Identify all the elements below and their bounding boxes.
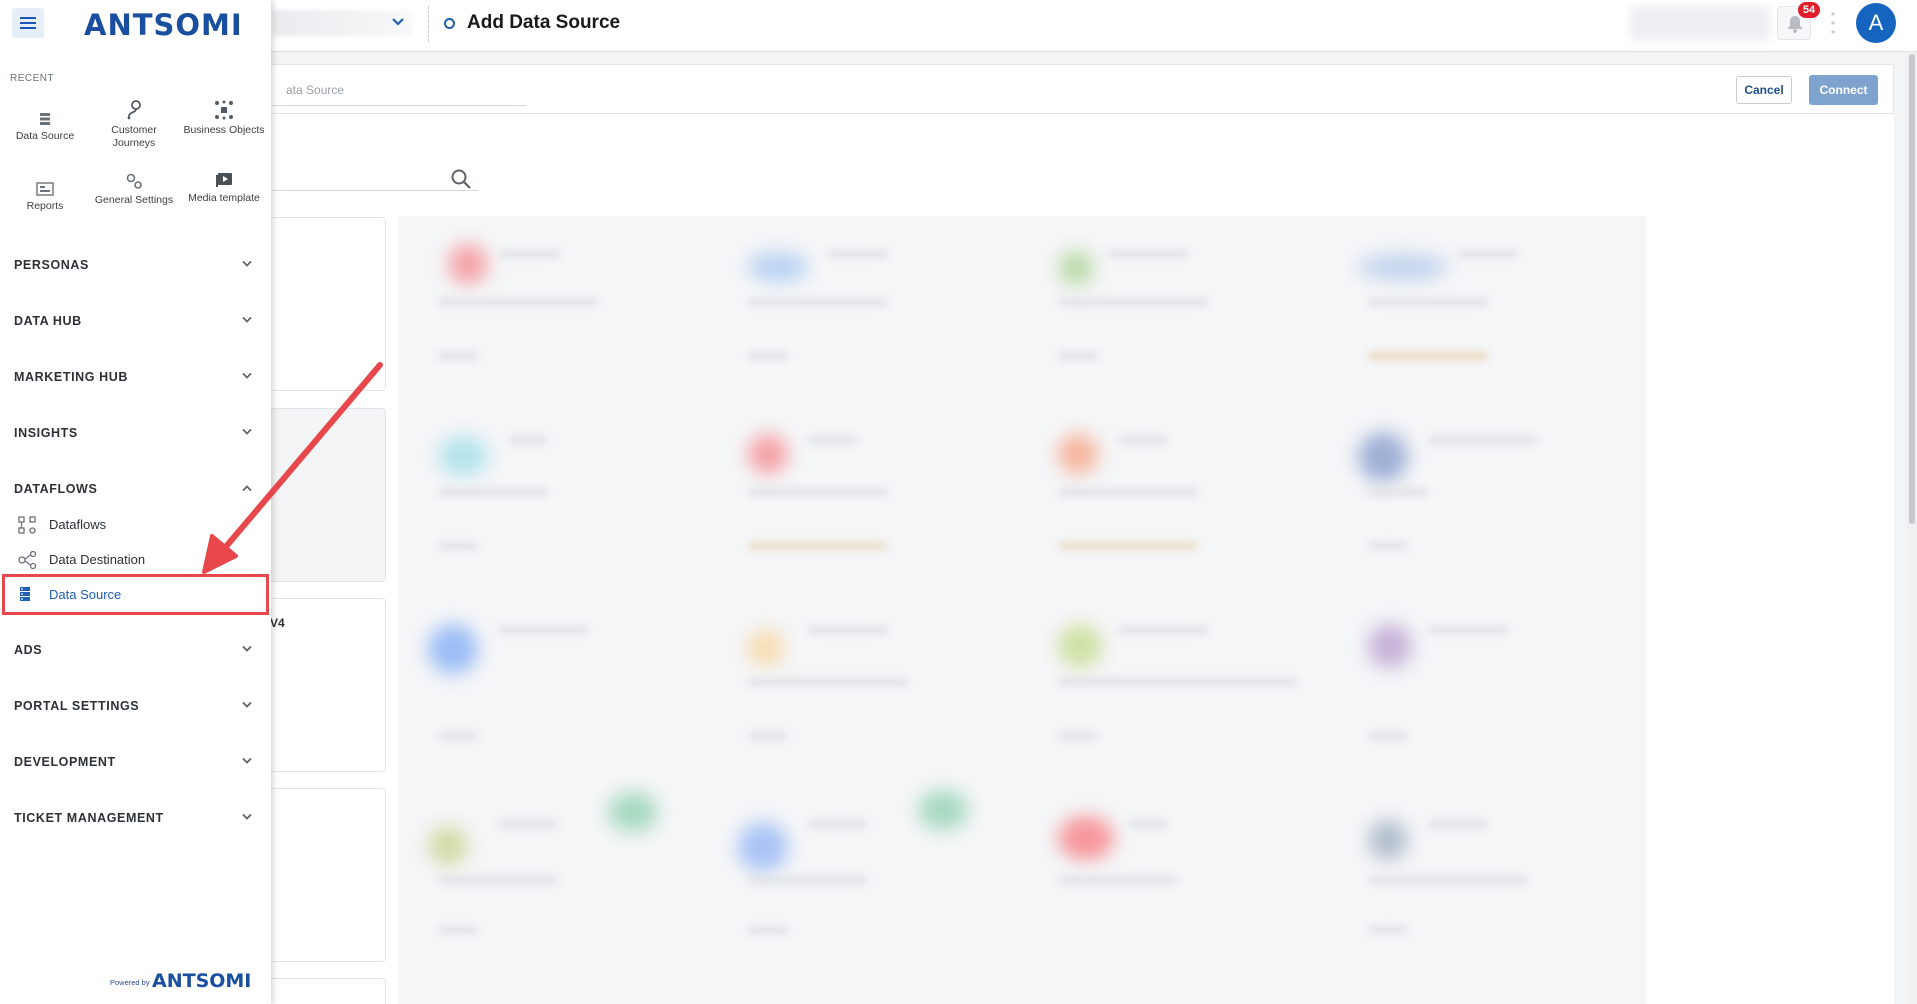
connector-card[interactable]	[1348, 606, 1638, 776]
connector-card[interactable]	[1348, 796, 1638, 966]
sidebar-item-dataflows[interactable]: Dataflows	[0, 509, 271, 539]
powered-by-label: Powered by	[110, 978, 150, 987]
section-label: DATAFLOWS	[14, 482, 98, 496]
chevron-down-icon	[242, 316, 252, 323]
scrollbar-thumb[interactable]	[1909, 54, 1915, 524]
chevron-down-icon	[242, 813, 252, 820]
business-objects-icon	[215, 100, 233, 120]
nav-section-insights[interactable]: INSIGHTS	[0, 416, 271, 450]
more-vertical-icon[interactable]	[1830, 8, 1836, 38]
nav-section-ticket-management[interactable]: TICKET MANAGEMENT	[0, 801, 271, 835]
page-title: Add Data Source	[467, 12, 621, 33]
recent-item-label: General Settings	[94, 194, 174, 206]
dataflows-icon	[18, 516, 36, 534]
recent-item-business-objects[interactable]: Business Objects	[179, 100, 269, 137]
connector-card[interactable]	[728, 790, 1018, 966]
recent-item-media-template[interactable]: Media template	[179, 172, 269, 205]
recent-item-general-settings[interactable]: General Settings	[89, 172, 179, 207]
connector-grid-blurred	[398, 216, 1646, 1004]
chevron-down-icon	[242, 428, 252, 435]
sidebar-item-data-destination[interactable]: Data Destination	[0, 544, 271, 574]
status-dot-icon	[444, 17, 455, 29]
cancel-button[interactable]: Cancel	[1736, 76, 1792, 104]
section-label: DEVELOPMENT	[14, 755, 116, 769]
recent-item-label: Reports	[26, 200, 64, 212]
recent-item-label: Media template	[188, 192, 260, 204]
section-label: ADS	[14, 643, 43, 657]
reports-icon	[36, 182, 54, 196]
data-source-name-field[interactable]: ata Source	[272, 80, 526, 106]
media-template-icon	[216, 173, 232, 187]
connector-card[interactable]	[418, 226, 708, 396]
card-label: V4	[270, 616, 285, 630]
top-header: Add Data Source 54 A	[0, 0, 1917, 52]
connector-card[interactable]	[728, 416, 1018, 586]
gears-icon	[126, 173, 142, 189]
antsomi-logo[interactable]: ANTSOMI	[84, 8, 243, 42]
chevron-down-icon	[242, 645, 252, 652]
connector-card[interactable]	[418, 792, 708, 966]
annotation-highlight-box	[2, 574, 269, 615]
data-destination-icon	[18, 551, 37, 569]
section-label: TICKET MANAGEMENT	[14, 811, 164, 825]
section-label: INSIGHTS	[14, 426, 78, 440]
nav-section-dataflows[interactable]: DATAFLOWS	[0, 472, 271, 506]
connector-card[interactable]	[728, 606, 1018, 776]
chevron-down-icon	[242, 701, 252, 708]
recent-item-label: Business Objects	[183, 124, 265, 136]
page-title-group: Add Data Source	[444, 12, 620, 34]
nav-section-portal-settings[interactable]: PORTAL SETTINGS	[0, 689, 271, 723]
divider	[428, 6, 429, 42]
nav-section-data-hub[interactable]: DATA HUB	[0, 304, 271, 338]
connector-card[interactable]	[1348, 226, 1638, 396]
nav-section-personas[interactable]: PERSONAS	[0, 248, 271, 282]
section-label: PORTAL SETTINGS	[14, 699, 140, 713]
chevron-down-icon[interactable]	[390, 12, 406, 32]
recent-item-label: Customer Journeys	[111, 124, 157, 149]
navigation-sidebar: ANTSOMI RECENT Data Source Customer Jour…	[0, 0, 271, 1004]
search-input[interactable]	[272, 190, 478, 191]
connector-card[interactable]	[1038, 226, 1328, 396]
connect-button[interactable]: Connect	[1809, 75, 1878, 105]
nav-section-marketing-hub[interactable]: MARKETING HUB	[0, 360, 271, 394]
data-source-icon	[40, 113, 50, 125]
hamburger-menu-icon[interactable]	[12, 8, 44, 38]
sidebar-item-label: Data Destination	[49, 552, 146, 567]
section-label: PERSONAS	[14, 258, 89, 272]
recent-item-reports[interactable]: Reports	[0, 182, 90, 213]
chevron-down-icon	[242, 757, 252, 764]
connector-card[interactable]	[418, 416, 708, 586]
recent-item-data-source[interactable]: Data Source	[0, 112, 90, 143]
user-avatar[interactable]: A	[1856, 3, 1896, 43]
recent-item-customer-journeys[interactable]: Customer Journeys	[89, 100, 179, 150]
connector-card[interactable]	[1038, 796, 1328, 966]
section-label: MARKETING HUB	[14, 370, 129, 384]
connector-card[interactable]	[1348, 416, 1638, 586]
notification-count-badge: 54	[1798, 2, 1820, 18]
search-icon[interactable]	[450, 168, 472, 190]
connector-card[interactable]	[1038, 606, 1328, 776]
connector-card[interactable]	[728, 226, 1018, 396]
connector-card[interactable]	[1038, 416, 1328, 586]
sidebar-item-label: Dataflows	[49, 517, 107, 532]
chevron-down-icon	[242, 372, 252, 379]
recent-label: RECENT	[10, 73, 55, 84]
antsomi-footer-logo: ANTSOMI	[152, 970, 252, 992]
recent-item-label: Data Source	[15, 130, 75, 142]
nav-section-ads[interactable]: ADS	[0, 633, 271, 667]
journey-icon	[127, 100, 141, 120]
chevron-up-icon	[242, 485, 252, 492]
connector-card[interactable]	[418, 606, 708, 776]
blurred-account-info	[1630, 6, 1770, 40]
nav-section-development[interactable]: DEVELOPMENT	[0, 745, 271, 779]
section-label: DATA HUB	[14, 314, 82, 328]
chevron-down-icon	[242, 260, 252, 267]
